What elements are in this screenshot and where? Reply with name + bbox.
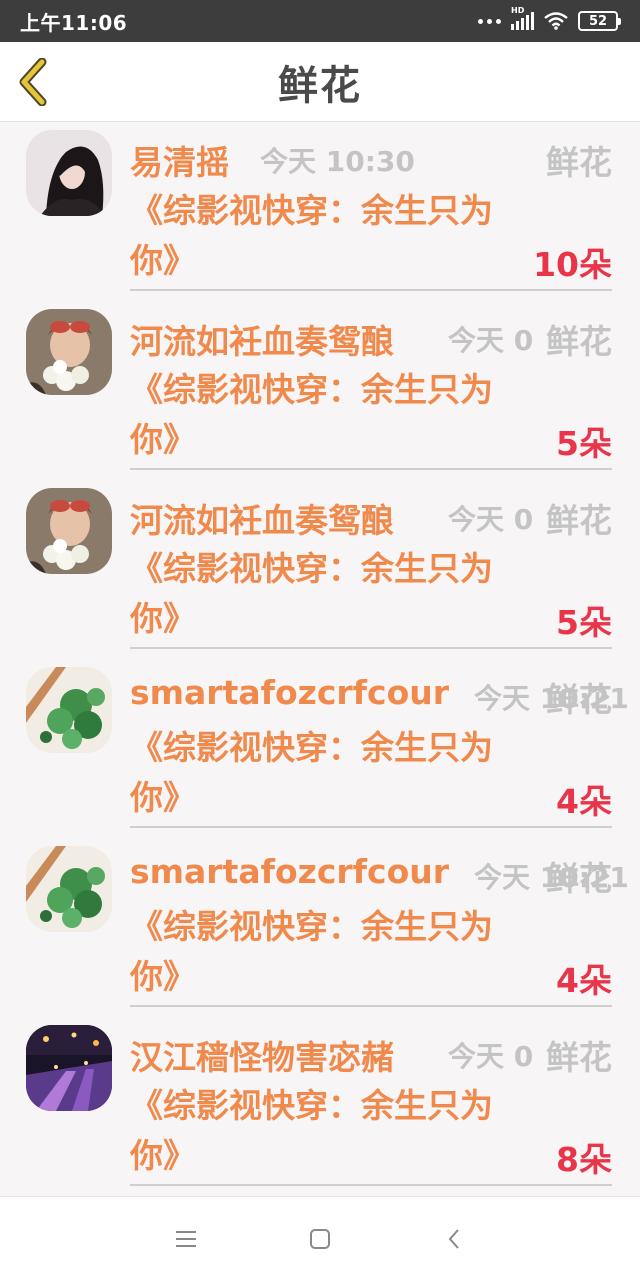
list-item[interactable]: smartafozcrfcour 今天 10:21 鲜花 《综影视快穿：余生只为…	[0, 659, 640, 838]
sender-name: smartafozcrfcour	[130, 673, 450, 712]
sender-name: smartafozcrfcour	[130, 852, 450, 891]
status-time: 上午11:06	[20, 10, 128, 35]
status-icons: HD 52	[478, 6, 621, 31]
gift-type: 鲜花	[546, 859, 612, 898]
list-item[interactable]: 易清摇 今天 10:30 鲜花 《综影视快穿：余生只为你》 10朵	[0, 122, 640, 301]
gift-time: 今天 0	[448, 503, 534, 536]
gift-count: 4朵	[556, 961, 612, 1000]
gift-type: 鲜花	[546, 501, 612, 540]
sender-name: 易清摇	[130, 143, 229, 182]
divider	[130, 1184, 612, 1186]
gift-count: 5朵	[556, 424, 612, 463]
home-button[interactable]	[308, 1227, 332, 1251]
gift-count: 8朵	[556, 1140, 612, 1179]
battery-icon: 52	[578, 11, 621, 31]
avatar[interactable]	[26, 130, 112, 216]
menu-button[interactable]	[174, 1227, 198, 1251]
gift-time: 今天 0	[448, 324, 534, 357]
sender-name: 河流如衽血奏鸳酿	[130, 322, 394, 361]
list-item[interactable]: smartafozcrfcour 今天 10:21 鲜花 《综影视快穿：余生只为…	[0, 838, 640, 1017]
back-nav-icon	[448, 1228, 459, 1249]
chevron-left-icon	[19, 57, 47, 107]
menu-icon	[176, 1230, 196, 1247]
avatar[interactable]	[26, 1025, 112, 1111]
gift-type: 鲜花	[546, 322, 612, 361]
back-nav-button[interactable]	[442, 1227, 466, 1251]
gift-time: 今天 0	[448, 1040, 534, 1073]
gift-type: 鲜花	[546, 680, 612, 719]
avatar[interactable]	[26, 667, 112, 753]
gift-type: 鲜花	[546, 1038, 612, 1077]
divider	[130, 1005, 612, 1007]
book-title[interactable]: 《综影视快穿：余生只为你》	[130, 365, 530, 465]
list-item[interactable]: 汉江穑怪物害宓赭 今天 0 鲜花 《综影视快穿：余生只为你》 8朵	[0, 1017, 640, 1196]
book-title[interactable]: 《综影视快穿：余生只为你》	[130, 186, 530, 286]
book-title[interactable]: 《综影视快穿：余生只为你》	[130, 723, 530, 823]
list-item[interactable]: 河流如衽血奏鸳酿 今天 0 鲜花 《综影视快穿：余生只为你》 5朵	[0, 301, 640, 480]
gift-time: 今天 10:30	[260, 145, 415, 178]
page-title: 鲜花	[278, 62, 362, 109]
avatar[interactable]	[26, 846, 112, 932]
system-nav-bar	[0, 1196, 640, 1280]
list-item[interactable]: 河流如衽血奏鸳酿 今天 0 鲜花 《综影视快穿：余生只为你》 5朵	[0, 480, 640, 659]
avatar[interactable]	[26, 488, 112, 574]
avatar[interactable]	[26, 309, 112, 395]
gift-type: 鲜花	[546, 143, 612, 182]
book-title[interactable]: 《综影视快穿：余生只为你》	[130, 902, 530, 1002]
home-icon	[310, 1228, 330, 1249]
gift-count: 5朵	[556, 603, 612, 642]
title-bar: 鲜花	[0, 42, 640, 122]
sender-name: 河流如衽血奏鸳酿	[130, 501, 394, 540]
gift-count: 10朵	[533, 245, 612, 284]
divider	[130, 647, 612, 649]
book-title[interactable]: 《综影视快穿：余生只为你》	[130, 1081, 530, 1181]
book-title[interactable]: 《综影视快穿：余生只为你》	[130, 544, 530, 644]
status-bar: 上午11:06 HD 52	[0, 0, 640, 42]
wifi-icon	[544, 12, 568, 30]
divider	[130, 826, 612, 828]
divider	[130, 289, 612, 291]
sender-name: 汉江穑怪物害宓赭	[130, 1038, 394, 1077]
back-button[interactable]	[14, 57, 54, 107]
battery-level: 52	[588, 13, 608, 29]
gift-count: 4朵	[556, 782, 612, 821]
network-label: HD	[511, 6, 525, 15]
flower-list: 易清摇 今天 10:30 鲜花 《综影视快穿：余生只为你》 10朵 河流如衽血奏…	[0, 122, 640, 1196]
cell-signal-icon: HD	[511, 6, 534, 30]
divider	[130, 468, 612, 470]
more-dots-icon	[478, 18, 501, 24]
